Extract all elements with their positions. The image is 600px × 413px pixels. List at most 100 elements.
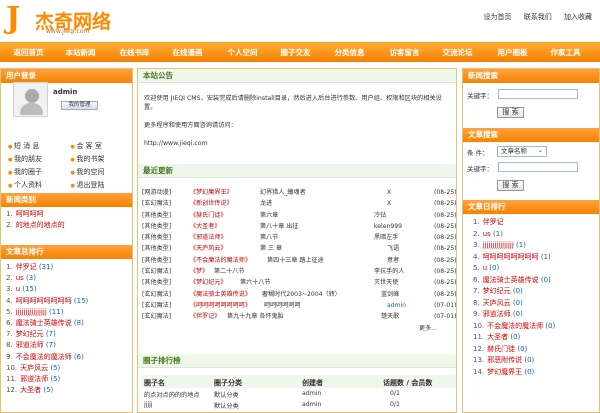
article-rank-list: 1. 伴罗记 (31) 2. us (3) 3. u (15) 4. 呵呵呵呵呵呵呵呵 … (6, 262, 88, 396)
messages-link[interactable]: 短 消 息 (8, 141, 66, 151)
circle-rank-title: 圈子排行榜 (138, 354, 456, 368)
nav-guestbook[interactable]: 访客留言 (382, 47, 427, 58)
list-item[interactable]: 11. 大圣者 (0) (473, 332, 555, 344)
news-keyword-input[interactable] (498, 89, 578, 99)
article-search-title: 文章搜索 (463, 128, 599, 142)
nav-gallery[interactable]: 用户图板 (490, 47, 535, 58)
nav-home[interactable]: 返回首页 (6, 47, 51, 58)
list-item[interactable]: 1. 呵呵呵呵 (6, 209, 65, 220)
table-row[interactable]: [玄幻魔法] 《魔法骑士英雄传说》 奢糊时代2003~2004（转） 蓝剑峰 (08-2… (142, 289, 456, 300)
list-item[interactable]: 9. 不会魔法的魔法师 (6) (6, 352, 88, 363)
list-item[interactable]: 5. u (0) (473, 263, 555, 275)
list-item[interactable]: 10. 天庐风云 (5) (6, 363, 88, 374)
nav-library[interactable]: 在线书库 (112, 47, 157, 58)
table-header: 圈子名 圈子分类 创建者 话题数 / 会员数 (142, 375, 456, 388)
news-category-title: 新闻类别 (1, 193, 132, 207)
table-row[interactable]: 的点对点的的的地点 默认分类 admin 0/1 (142, 388, 456, 399)
top-links: 设为首页 联系我们 加入收藏 (474, 12, 592, 22)
favorite-link[interactable]: 加入收藏 (564, 13, 592, 21)
nav-news[interactable]: 本站新闻 (58, 47, 103, 58)
main-navigation: 返回首页 本站新闻 在线书库 在线漫画 个人空间 圈子交友 分类信息 访客留言 … (0, 42, 600, 62)
list-item[interactable]: 7. 梦幻纪元 (7) (6, 329, 88, 340)
profile-link[interactable]: 个人资料 (8, 180, 66, 190)
site-header: J 杰奇网络 www.jieqi.com 设为首页 联系我们 加入收藏 (0, 0, 600, 40)
list-item[interactable]: 2. 的地点的地点的 (6, 220, 65, 231)
list-item[interactable]: 2. us (1) (473, 229, 555, 241)
condition-label: 条 件： (467, 149, 489, 157)
list-item[interactable]: 12. 大圣者 (5) (6, 385, 88, 396)
article-keyword-input[interactable] (498, 162, 578, 172)
logout-link[interactable]: 退出登陆 (71, 180, 129, 190)
bookshelf-link[interactable]: 我的书架 (71, 154, 129, 164)
article-search-button[interactable]: 搜 索 (497, 180, 524, 191)
center-content: 本站公告 欢迎使用 JIEQI CMS，安装完成后请删除install目录，然后… (137, 68, 457, 413)
list-item[interactable]: 1. 伴罗记 (473, 217, 555, 229)
list-item[interactable]: 12. 赫氏门徒 (0) (473, 344, 555, 356)
table-row[interactable]: [其他类型] 《赫氏门徒》 第六章 冷钻 (08-25) (142, 210, 456, 221)
space-link[interactable]: 我的空间 (71, 167, 129, 177)
table-row[interactable]: [网游动漫] 《梦幻魔界王》 幻界猎人_蠟魂者 X (08-25) (142, 187, 456, 198)
daily-rank-list: 1. 伴罗记 2. us (1) 3. jjjjjjjjjjjjjjjj (1) 4.… (473, 217, 555, 378)
list-item[interactable]: 4. 呵呵呵呵呵呵呵呵 (15) (6, 296, 88, 307)
list-item[interactable]: 6. 魔法骑士英雄传说 (8) (6, 318, 88, 329)
logo[interactable]: J 杰奇网络 www.jieqi.com (6, 4, 136, 36)
friends-link[interactable]: 我的朋友 (8, 154, 66, 164)
condition-select[interactable]: 文章名称 (497, 146, 547, 157)
list-item[interactable]: 3. jjjjjjjjjjjjjjjj (1) (473, 240, 555, 252)
nav-classifieds[interactable]: 分类信息 (327, 47, 372, 58)
article-keyword-label: 关键字： (467, 165, 493, 173)
list-item[interactable]: 1. 伴罗记 (31) (6, 262, 88, 273)
announcement-title: 本站公告 (138, 69, 456, 83)
left-sidebar: 用户登录 admin 我的管理 短 消 息 会 客 室 我的朋友 我的书架 我的… (0, 68, 133, 413)
keyword-label: 关键字： (467, 92, 493, 100)
table-row[interactable]: [玄幻魔法] 《梦》 第二十八节 李抗手的人 (08-25) (142, 266, 456, 277)
circle-rank-table: 圈子名 圈子分类 创建者 话题数 / 会员数 的点对点的的的地点 默认分类 admi… (142, 375, 456, 410)
list-item[interactable]: 2. us (3) (6, 273, 88, 284)
contact-link[interactable]: 联系我们 (524, 13, 552, 21)
table-row[interactable]: jjjjj 默认分类 admin 0/1 (142, 399, 456, 410)
news-search-title: 新闻搜索 (463, 69, 599, 83)
list-item[interactable]: 14. 梦幻魔界王 (0) (473, 367, 555, 379)
more-row: 更多... (142, 323, 456, 333)
set-home-link[interactable]: 设为首页 (484, 13, 512, 21)
nav-writer-tools[interactable]: 作家工具 (543, 47, 588, 58)
list-item[interactable]: 13. 邪恶附传说 (0) (473, 355, 555, 367)
list-item[interactable]: 7. 梦幻纪元 (0) (473, 286, 555, 298)
brand-url: www.jieqi.com (46, 28, 90, 35)
login-title: 用户登录 (1, 69, 132, 83)
table-row[interactable]: [玄幻魔法] 《伴罗记》 第九十九章 各怀鬼胎 楚天歌 (07-01) (142, 311, 456, 322)
visitor-room-link[interactable]: 会 客 室 (71, 141, 129, 151)
list-item[interactable]: 4. 呵呵呵呵呵呵呵呵 (1) (473, 252, 555, 264)
more-link[interactable]: 更多... (419, 323, 437, 334)
nav-forum[interactable]: 交流论坛 (435, 47, 480, 58)
list-item[interactable]: 10. 不会魔法的魔法师 (0) (473, 321, 555, 333)
list-item[interactable]: 9. 邪道法师 (0) (473, 309, 555, 321)
table-row[interactable]: [其他类型] 《不会魔法的魔法师》 第四十三章 踏上征途 意者 (08-25) (142, 255, 456, 266)
nav-comics[interactable]: 在线漫画 (165, 47, 210, 58)
list-item[interactable]: 6. 魔法骑士英雄传说 (0) (473, 275, 555, 287)
nav-circle[interactable]: 圈子交友 (273, 47, 318, 58)
recent-updates-title: 最近更新 (138, 164, 456, 178)
user-menu: 短 消 息 会 客 室 我的朋友 我的书架 我的圈子 我的空间 个人资料 退出登… (8, 141, 128, 190)
table-row[interactable]: [玄幻魔法] 《呵呵呵呵呵呵呵呵》 呵呵呵呵呵呵 admin (07-01) (142, 300, 456, 311)
table-row[interactable]: [其他类型] 《天庐风云》第 三 章飞语 (08-25) (142, 243, 456, 254)
list-item[interactable]: 8. 邪道法师 (7) (6, 340, 88, 351)
logo-mark: J (6, 1, 21, 36)
news-search-button[interactable]: 搜 索 (497, 107, 524, 118)
table-row[interactable]: [其他类型] 《梦幻纪元》 第六十八节 灭世天使 (08-25) (142, 277, 456, 288)
table-row[interactable]: [玄幻魔法] 《新创世传说》 龙进 X (08-25) (142, 198, 456, 209)
table-row[interactable]: [其他类型] 《大圣者》 第八十章 出征 kelen999 (08-25) (142, 221, 456, 232)
list-item[interactable]: 5. jjjjjjjjjjjjjjjj (11) (6, 307, 88, 318)
list-item[interactable]: 3. u (15) (6, 284, 88, 295)
circles-link[interactable]: 我的圈子 (8, 167, 66, 177)
article-rank-title: 文章总排行 (1, 245, 132, 259)
list-item[interactable]: 11. 邪道法师 (5) (6, 374, 88, 385)
username: admin (53, 88, 78, 96)
manage-button[interactable]: 我的管理 (61, 101, 98, 110)
list-item[interactable]: 8. 天庐风云 (0) (473, 298, 555, 310)
right-sidebar: 新闻搜索 关键字： 搜 索 文章搜索 条 件： 文章名称 关键字： 搜 索 文章… (462, 68, 600, 413)
avatar-head-icon (25, 89, 39, 103)
recent-updates-list: [网游动漫] 《梦幻魔界王》 幻界猎人_蠟魂者 X (08-25) [玄幻魔法] 《新创世… (142, 187, 456, 333)
table-row[interactable]: [其他类型] 《邪道法师》 第八节 黑暗左手 (08-25) (142, 232, 456, 243)
nav-space[interactable]: 个人空间 (220, 47, 265, 58)
